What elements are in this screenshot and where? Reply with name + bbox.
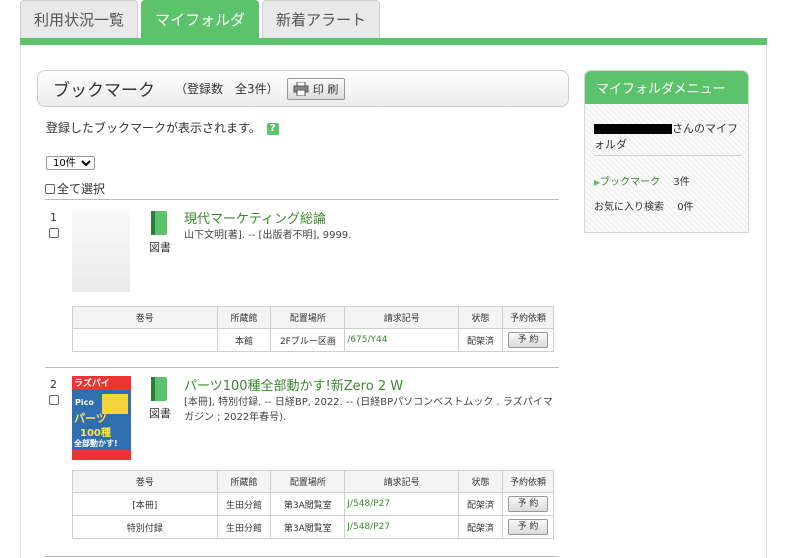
tab-new-alert[interactable]: 新着アラート xyxy=(262,0,381,38)
sidebar-item-bookmark[interactable]: ▶ブックマーク 3件 xyxy=(594,173,690,188)
cell-status: 配架済 xyxy=(458,492,503,516)
col-library: 所蔵館 xyxy=(216,470,272,493)
sidebar-divider xyxy=(594,155,741,156)
sidebar-item-label[interactable]: ブックマーク xyxy=(600,177,660,188)
item-divider xyxy=(45,367,559,368)
cover-text-100: 100種 xyxy=(80,428,111,439)
reserve-button[interactable]: 予 約 xyxy=(507,519,548,535)
col-call-number: 請求記号 xyxy=(344,306,460,329)
sidebar-item-count: 0件 xyxy=(677,202,694,213)
cell-library: 生田分館 xyxy=(216,492,272,516)
cover-text-move: 全部動かす! xyxy=(74,439,118,448)
cell-call-number[interactable]: /675/Y44 xyxy=(344,328,460,352)
cell-call-number[interactable]: J/548/P27 xyxy=(344,492,460,516)
col-reserve: 予約依頼 xyxy=(501,470,555,493)
cell-location: 第3A閲覧室 xyxy=(270,515,346,539)
book-icon xyxy=(151,211,167,235)
col-volume: 巻号 xyxy=(72,306,218,329)
cover-title: ラズパイ xyxy=(72,376,131,390)
description: 登録したブックマークが表示されます。? xyxy=(46,119,279,136)
content-border-left xyxy=(20,45,21,558)
description-text: 登録したブックマークが表示されます。 xyxy=(46,121,261,135)
sidebar-title: マイフォルダメニュー xyxy=(585,71,748,104)
col-volume: 巻号 xyxy=(72,470,218,493)
item-checkbox[interactable] xyxy=(49,228,59,238)
sidebar-item-label[interactable]: お気に入り検索 xyxy=(594,202,664,213)
cell-call-number[interactable]: J/548/P27 xyxy=(344,515,460,539)
print-button[interactable]: 印 刷 xyxy=(286,77,345,100)
reserve-button[interactable]: 予 約 xyxy=(507,332,548,348)
cell-reserve: 予 約 xyxy=(501,492,555,516)
select-all-checkbox[interactable] xyxy=(45,183,55,194)
cover-placeholder xyxy=(72,208,130,292)
cell-status: 配架済 xyxy=(458,328,503,352)
item-title-link[interactable]: 現代マーケティング総論 xyxy=(184,208,326,227)
item-number: 2 xyxy=(50,378,57,391)
tab-underline xyxy=(20,38,767,45)
item-meta: [本冊], 特別付録. -- 日経BP, 2022. -- (日経BPパソコンベ… xyxy=(184,397,553,423)
select-all[interactable]: 全て選択 xyxy=(45,180,105,197)
tab-bar: 利用状況一覧 マイフォルダ 新着アラート xyxy=(20,0,381,38)
cell-volume: [本冊] xyxy=(72,492,218,516)
select-all-label: 全て選択 xyxy=(57,182,106,196)
holdings-header: 巻号 所蔵館 配置場所 請求記号 状態 予約依頼 xyxy=(72,306,555,329)
sidebar-menu: マイフォルダメニュー さんのマイフォルダ ▶ブックマーク 3件 お気に入り検索 … xyxy=(584,70,749,233)
cell-status: 配架済 xyxy=(458,515,503,539)
redacted-username xyxy=(594,124,672,134)
book-icon xyxy=(151,377,167,401)
folder-owner: さんのマイフォルダ xyxy=(594,121,742,153)
holdings-table: 巻号 所蔵館 配置場所 請求記号 状態 予約依頼 本館 2Fブルー区画 /675… xyxy=(72,306,555,352)
table-row: [本冊] 生田分館 第3A閲覧室 J/548/P27 配架済 予 約 xyxy=(72,492,555,516)
item-title-link[interactable]: パーツ100種全部動かす!新Zero 2 W xyxy=(184,375,403,394)
col-reserve: 予約依頼 xyxy=(501,306,555,329)
content-border-right xyxy=(766,45,767,558)
cell-library: 本館 xyxy=(216,328,272,352)
printer-icon xyxy=(293,81,309,96)
table-row: 本館 2Fブルー区画 /675/Y44 配架済 予 約 xyxy=(72,328,555,352)
bookmark-header: ブックマーク （登録数 全3件） 印 刷 xyxy=(37,70,569,107)
page-title: ブックマーク xyxy=(53,81,155,101)
item-meta: 山下文明[著]. -- [出版者不明], 9999. xyxy=(184,230,352,241)
cell-location: 2Fブルー区画 xyxy=(270,328,346,352)
bookmark-count: （登録数 全3件） xyxy=(175,82,279,96)
col-call-number: 請求記号 xyxy=(344,470,460,493)
cell-location: 第3A閲覧室 xyxy=(270,492,346,516)
cell-reserve: 予 約 xyxy=(501,328,555,352)
cell-reserve: 予 約 xyxy=(501,515,555,539)
tab-usage-status[interactable]: 利用状況一覧 xyxy=(20,0,139,38)
item-checkbox[interactable] xyxy=(49,395,59,405)
col-library: 所蔵館 xyxy=(216,306,272,329)
cell-library: 生田分館 xyxy=(216,515,272,539)
reserve-button[interactable]: 予 約 xyxy=(507,496,548,512)
print-label: 印 刷 xyxy=(312,82,339,96)
cover-footer xyxy=(72,450,131,460)
item-number: 1 xyxy=(50,211,57,224)
col-location: 配置場所 xyxy=(270,306,346,329)
col-status: 状態 xyxy=(458,306,503,329)
cell-volume xyxy=(72,328,218,352)
holdings-header: 巻号 所蔵館 配置場所 請求記号 状態 予約依頼 xyxy=(72,470,555,493)
cell-volume: 特別付録 xyxy=(72,515,218,539)
material-type: 図書 xyxy=(149,241,171,254)
col-status: 状態 xyxy=(458,470,503,493)
sidebar-item-count: 3件 xyxy=(673,177,690,188)
table-row: 特別付録 生田分館 第3A閲覧室 J/548/P27 配架済 予 約 xyxy=(72,515,555,539)
tab-my-folder[interactable]: マイフォルダ xyxy=(141,0,260,38)
item-divider xyxy=(45,556,559,557)
holdings-table: 巻号 所蔵館 配置場所 請求記号 状態 予約依頼 [本冊] 生田分館 第3A閲覧… xyxy=(72,470,555,539)
per-page-select[interactable]: 10件 xyxy=(46,156,95,170)
sidebar-item-saved-search[interactable]: お気に入り検索 0件 xyxy=(594,198,694,213)
cover-text-pico: Pico xyxy=(75,398,94,407)
book-cover-thumbnail[interactable]: ラズパイ Pico パーツ 100種 全部動かす! xyxy=(72,376,131,460)
material-type: 図書 xyxy=(149,407,171,420)
item-divider xyxy=(45,199,559,200)
col-location: 配置場所 xyxy=(270,470,346,493)
help-icon[interactable]: ? xyxy=(266,122,279,135)
